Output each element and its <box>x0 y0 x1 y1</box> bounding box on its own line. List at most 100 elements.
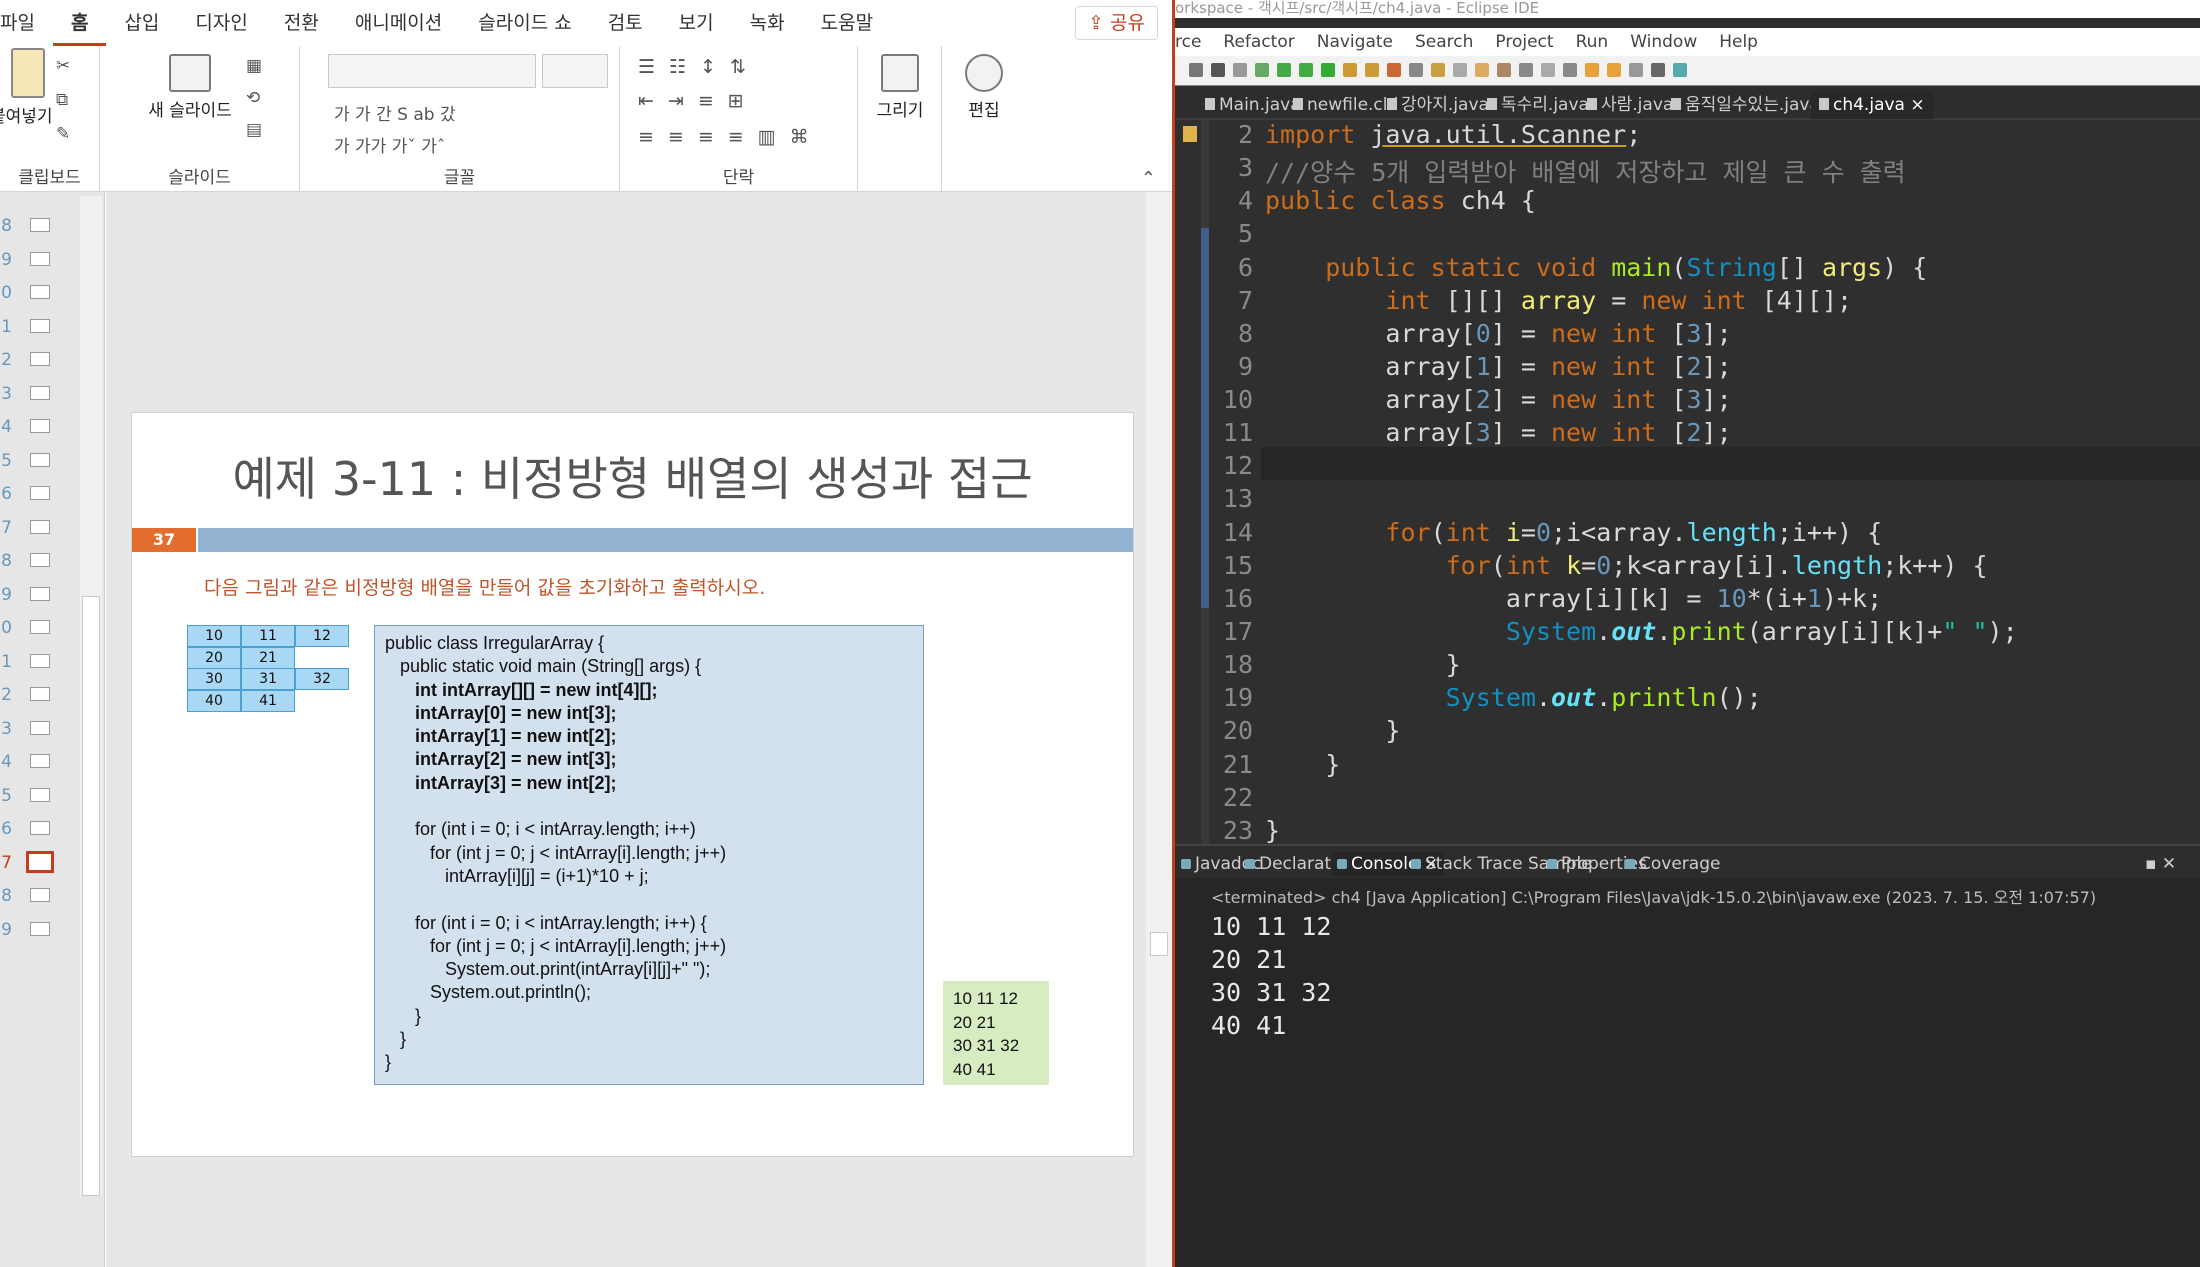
minimize-maximize-icon[interactable]: ▪ ✕ <box>2145 852 2176 876</box>
eclipse-menu-item[interactable]: Search <box>1415 28 1473 56</box>
code-line: array[2] = new int [3]; <box>1265 385 1732 418</box>
editor-tab-label: ch4.java <box>1833 95 1905 115</box>
toolbar-icon[interactable] <box>1519 63 1533 77</box>
reset-icon[interactable]: ⟲ <box>246 88 262 108</box>
toolbar-icon[interactable] <box>1673 63 1687 77</box>
editor-tab[interactable]: 독수리.java <box>1487 91 1589 119</box>
toolbar-icon[interactable] <box>1321 63 1335 77</box>
toolbar-icon[interactable] <box>1475 63 1489 77</box>
ppt-menu-item[interactable]: 삽입 <box>106 0 177 46</box>
share-button[interactable]: ⇪ 공유 <box>1075 6 1158 40</box>
thumbnail-scroll-thumb[interactable] <box>82 596 100 1196</box>
toolbar-icon[interactable] <box>1651 63 1665 77</box>
editor-tab[interactable]: ch4.java × <box>1811 91 1933 119</box>
toolbar-icon[interactable] <box>1255 63 1269 77</box>
editor-tab-label: 강아지.java <box>1401 95 1489 115</box>
layout-icon[interactable]: ▦ <box>246 56 262 76</box>
font-size-box[interactable] <box>542 54 608 88</box>
toolbar-icon[interactable] <box>1541 63 1555 77</box>
ppt-menu-item[interactable]: 애니메이션 <box>337 0 460 46</box>
ppt-menu-item[interactable]: 보기 <box>661 0 732 46</box>
ppt-menu-item[interactable]: 슬라이드 쇼 <box>460 0 589 46</box>
eclipse-menu-item[interactable]: Refactor <box>1223 28 1294 56</box>
eclipse-menu-item[interactable]: Help <box>1719 28 1758 56</box>
eclipse-menu-item[interactable]: Window <box>1630 28 1697 56</box>
toolbar-icon[interactable] <box>1343 63 1357 77</box>
font-color-row[interactable]: 가 가가 가ˇ 가ˆ <box>334 132 445 157</box>
toolbar-icon[interactable] <box>1563 63 1577 77</box>
toolbar-icon[interactable] <box>1299 63 1313 77</box>
ppt-menu-item[interactable]: 도움말 <box>803 0 891 46</box>
ppt-menu-item[interactable]: 검토 <box>590 0 661 46</box>
ppt-menu-item[interactable]: 파일 <box>0 0 53 46</box>
toolbar-icon[interactable] <box>1497 63 1511 77</box>
console-view[interactable]: <terminated> ch4 [Java Application] C:\P… <box>1175 878 2200 1267</box>
cut-icon[interactable]: ✂ <box>56 56 70 76</box>
thumbnail-number: 9 <box>1 919 12 940</box>
ppt-menu-item[interactable]: 전환 <box>266 0 337 46</box>
code-editor[interactable]: 2 3 4 5 6 7 8 9 10 11 12 13 14 15 16 17 18 19 20 21 22 23 imp… <box>1175 120 2200 845</box>
thumbnail-number: 1 <box>1 316 12 337</box>
console-tab[interactable]: Coverage <box>1625 852 1720 876</box>
code-token: } <box>1265 650 1461 680</box>
section-icon[interactable]: ▤ <box>246 120 262 140</box>
copy-icon[interactable]: ⧉ <box>56 90 70 110</box>
array-cell: 31 <box>241 668 295 690</box>
editor-tab[interactable]: newfile.cld <box>1293 91 1398 119</box>
code-token: static <box>1430 252 1536 282</box>
slide-output-line: 20 21 <box>953 1012 996 1032</box>
draw-button[interactable]: 그리기 <box>872 54 928 121</box>
toolbar-icon[interactable] <box>1365 63 1379 77</box>
paste-button[interactable]: 붙여넣기 <box>0 48 56 127</box>
toolbar-icon[interactable] <box>1409 63 1423 77</box>
font-name-box[interactable] <box>328 54 536 88</box>
eclipse-menu-item[interactable]: Navigate <box>1317 28 1393 56</box>
eclipse-menu-item[interactable]: Project <box>1495 28 1553 56</box>
toolbar-icon[interactable] <box>1233 63 1247 77</box>
toolbar-icon[interactable] <box>1277 63 1291 77</box>
ppt-menu-item[interactable]: 디자인 <box>177 0 265 46</box>
code-token: 0 <box>1475 318 1491 348</box>
editor-tab[interactable]: 강아지.java <box>1387 91 1489 119</box>
format-painter-icon[interactable]: ✎ <box>56 124 70 144</box>
draw-label: 그리기 <box>876 101 924 121</box>
code-line: } <box>1265 650 1461 683</box>
editor-tab[interactable]: Main.java <box>1205 91 1301 119</box>
new-slide-button[interactable]: 새 슬라이드 <box>140 54 240 121</box>
close-tab-icon[interactable]: × <box>1905 95 1924 115</box>
ppt-menu-item[interactable]: 녹화 <box>732 0 803 46</box>
bullets-row[interactable]: ☰ ☷ ↕ ⇅ <box>638 56 746 78</box>
canvas-scrollbar[interactable] <box>1146 192 1172 1267</box>
collapse-ribbon-icon[interactable]: ⌃ <box>1141 168 1156 189</box>
code-token: (); <box>1716 683 1762 713</box>
toolbar-icon[interactable] <box>1607 63 1621 77</box>
editor-tab[interactable]: 사람.java <box>1587 91 1673 119</box>
toolbar-icon[interactable] <box>1453 63 1467 77</box>
array-cell: 21 <box>241 646 295 669</box>
toolbar-icon[interactable] <box>1387 63 1401 77</box>
eclipse-menu-item[interactable]: Run <box>1576 28 1609 56</box>
canvas-scroll-thumb[interactable] <box>1150 932 1168 956</box>
code-line: } <box>1265 716 1400 749</box>
font-format-row[interactable]: 가 가 간 S ab 갔 <box>334 100 456 125</box>
view-icon <box>1411 859 1421 869</box>
edit-button[interactable]: 편집 <box>956 54 1012 121</box>
toolbar-icon[interactable] <box>1629 63 1643 77</box>
editor-tab[interactable]: 움직일수있는.java <box>1671 91 1820 119</box>
toolbar-icon[interactable] <box>1431 63 1445 77</box>
eclipse-menu-item[interactable]: rce <box>1175 28 1201 56</box>
indent-row[interactable]: ⇤ ⇥ ≡ ⊞ <box>638 90 744 112</box>
thumbnail-scrollbar[interactable] <box>80 196 102 1196</box>
code-token: array[ <box>1265 318 1476 348</box>
align-row[interactable]: ≡ ≡ ≡ ≡ ▥ ⌘ <box>638 126 809 148</box>
toolbar-icon[interactable] <box>1189 63 1203 77</box>
code-token: ]; <box>1701 385 1732 415</box>
toolbar-icon[interactable] <box>1585 63 1599 77</box>
line-number: 17 <box>1222 617 1253 647</box>
thumbnail-icon <box>30 653 50 668</box>
toolbar-icon[interactable] <box>1211 63 1225 77</box>
slide[interactable]: 예제 3-11 : 비정방형 배열의 생성과 접근 37 다음 그림과 같은 비… <box>131 412 1134 1157</box>
code-token: = <box>1596 285 1642 315</box>
ppt-menu-item[interactable]: 홈 <box>52 0 107 46</box>
